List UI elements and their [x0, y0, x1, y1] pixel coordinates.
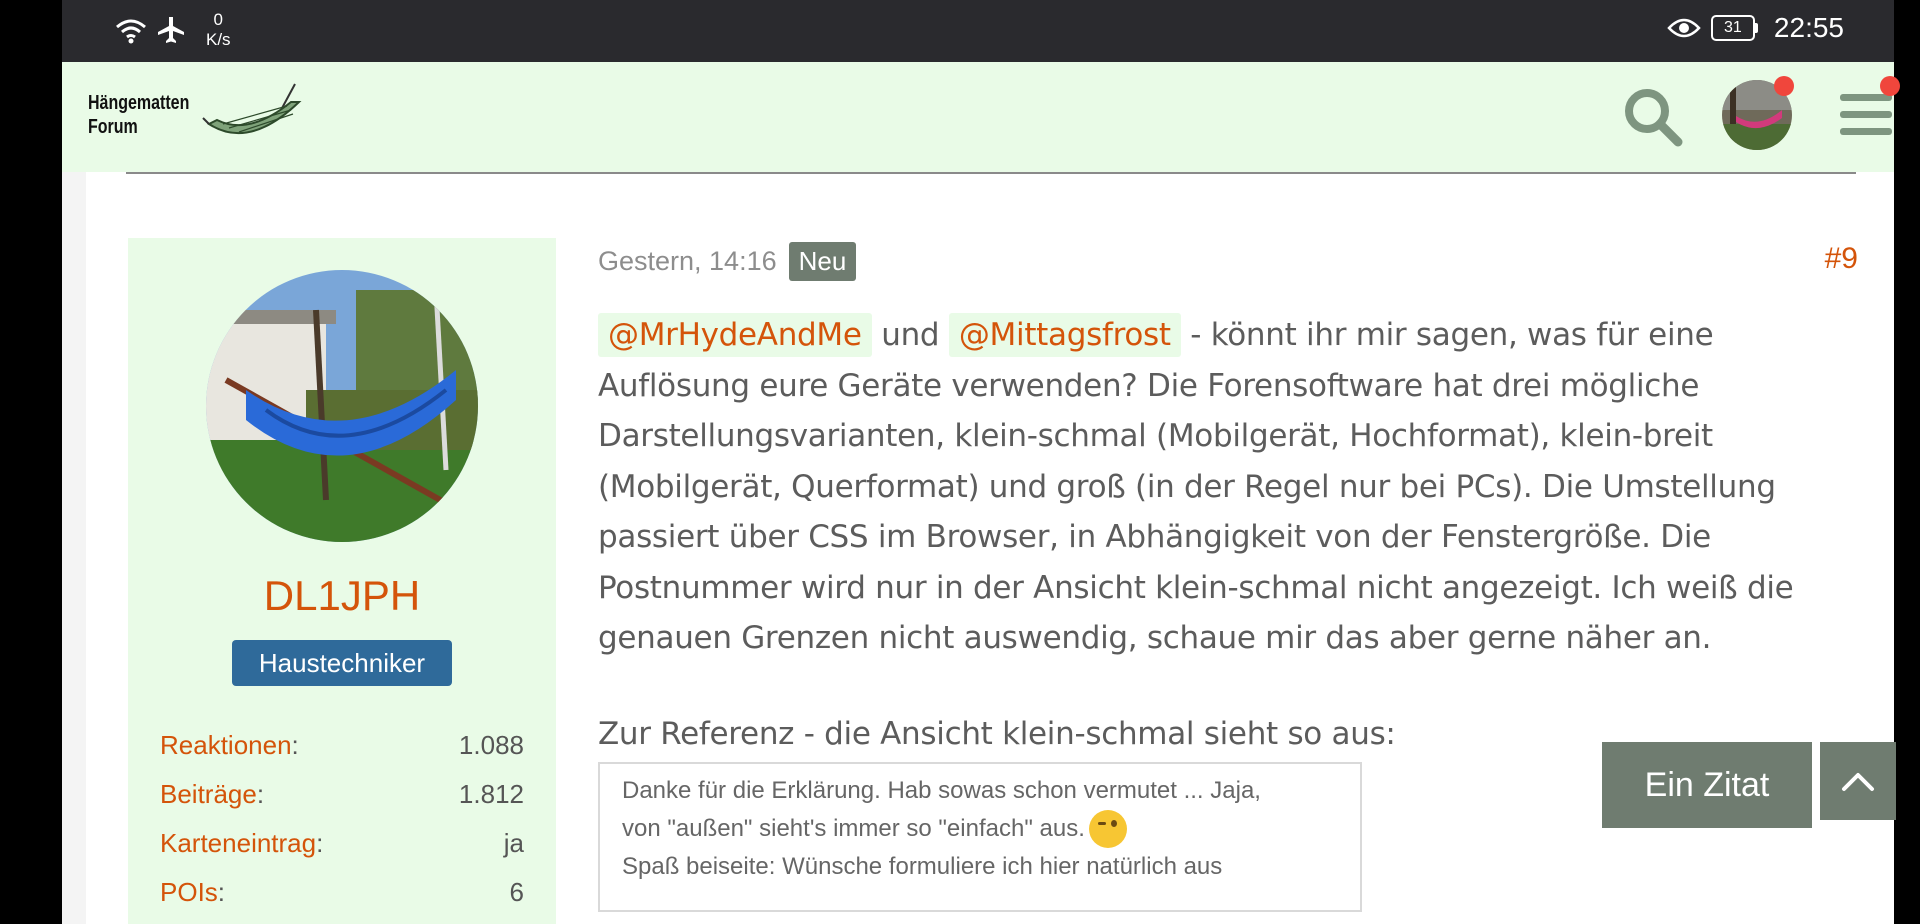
post-text-connector: und [881, 317, 940, 353]
poster-avatar[interactable] [206, 270, 478, 542]
menu-notification-dot [1880, 76, 1900, 96]
embedded-screenshot: Danke für die Erklärung. Hab sowas schon… [598, 761, 1362, 912]
stat-label: Karteneintrag [160, 828, 317, 858]
user-info-panel: DL1JPH Haustechniker Reaktionen: 1.088 B… [128, 238, 556, 924]
new-badge: Neu [788, 241, 857, 281]
chevron-up-icon [1842, 773, 1874, 791]
eye-icon [1667, 18, 1701, 38]
post-meta: Gestern, 14:16 Neu [598, 238, 1858, 284]
poster-avatar-image [206, 270, 478, 542]
airplane-mode-icon [158, 17, 184, 43]
post-text-main: Auflösung eure Geräte verwenden? Die For… [598, 367, 1794, 657]
scroll-to-top-button[interactable] [1820, 742, 1896, 820]
mention-link[interactable]: @Mittagsfrost [948, 313, 1181, 357]
stat-row-karteneintrag: Karteneintrag: ja [160, 828, 524, 877]
logo-line-1: Hängematten [88, 92, 190, 114]
left-black-edge [0, 0, 62, 924]
mention-link[interactable]: @MrHydeAndMe [598, 313, 872, 357]
avatar-notification-dot [1774, 76, 1794, 96]
user-role-badge: Haustechniker [232, 640, 452, 686]
stat-row-pois: POIs: 6 [160, 877, 524, 924]
network-speed-value: 0 [213, 10, 224, 29]
battery-level: 31 [1710, 15, 1755, 41]
stat-row-reaktionen: Reaktionen: 1.088 [160, 730, 524, 779]
site-header: Hängematten Forum [62, 62, 1900, 172]
forum-logo[interactable]: Hängematten Forum [88, 80, 309, 150]
user-stats: Reaktionen: 1.088 Beiträge: 1.812 Karten… [160, 730, 524, 924]
stat-label: POIs [160, 877, 218, 907]
battery-tip [1754, 23, 1758, 33]
search-icon[interactable] [1622, 86, 1684, 148]
screenshot-text-line: Danke für die Erklärung. Hab sowas schon… [622, 776, 1261, 804]
network-speed: 0 K/s [206, 10, 231, 50]
stat-row-beitraege: Beiträge: 1.812 [160, 779, 524, 828]
stat-value: 1.088 [458, 730, 524, 760]
post-body: @MrHydeAndMe und @Mittagsfrost - könnt i… [598, 310, 1858, 664]
stat-label: Beiträge [160, 779, 257, 809]
screenshot-text-line: Spaß beiseite: Wünsche formuliere ich hi… [622, 853, 1223, 881]
stat-value: 6 [509, 877, 524, 907]
post-text-intro: - könnt ihr mir sagen, was für eine [1190, 317, 1714, 353]
battery-indicator: 31 [1710, 15, 1758, 41]
wink-emoji-icon [1088, 810, 1127, 849]
poster-username[interactable]: DL1JPH [128, 572, 556, 620]
clock: 22:55 [1773, 12, 1844, 43]
logo-text: Hängematten Forum [88, 91, 189, 139]
logo-line-2: Forum [88, 116, 138, 138]
right-black-edge [1894, 0, 1920, 924]
stat-value: ja [503, 828, 524, 858]
hammock-logo-icon [201, 83, 302, 135]
stat-value: 1.812 [458, 779, 524, 809]
stat-label: Reaktionen [160, 730, 292, 760]
wifi-icon [116, 19, 146, 44]
quote-button[interactable]: Ein Zitat [1602, 742, 1812, 828]
screenshot-text-line: von "außen" sieht's immer so "einfach" a… [622, 814, 1085, 842]
network-speed-unit: K/s [206, 30, 231, 49]
system-status-bar: 0 K/s 31 22:55 [62, 0, 1894, 62]
hamburger-menu-icon[interactable] [1838, 92, 1894, 138]
post-divider [126, 172, 1856, 174]
post-date[interactable]: Gestern, 14:16 [598, 246, 777, 277]
post-number-link[interactable]: #9 [1825, 242, 1858, 276]
